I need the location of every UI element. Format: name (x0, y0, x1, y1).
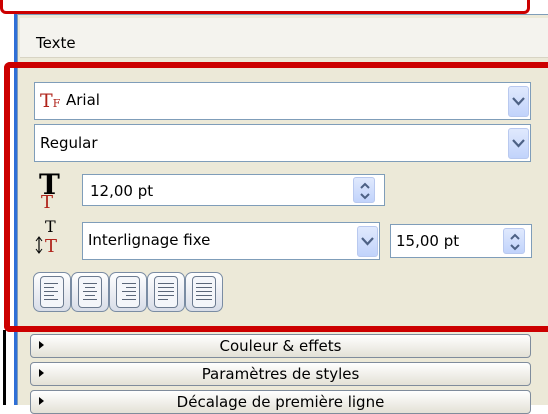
section-label: Paramètres de styles (201, 365, 360, 383)
highlight-box (4, 62, 548, 332)
section-label: Décalage de première ligne (176, 393, 385, 411)
section-decalage-premiere-ligne[interactable]: Décalage de première ligne (30, 390, 531, 414)
top-highlight-edge (0, 0, 530, 14)
window-frame-left (3, 330, 6, 405)
section-parametres-styles[interactable]: Paramètres de styles (30, 362, 531, 386)
section-label: Couleur & effets (219, 337, 342, 355)
texte-section-header[interactable] (20, 18, 548, 58)
texte-section-title: Texte (36, 34, 76, 52)
section-couleur-effets[interactable]: Couleur & effets (30, 334, 531, 358)
